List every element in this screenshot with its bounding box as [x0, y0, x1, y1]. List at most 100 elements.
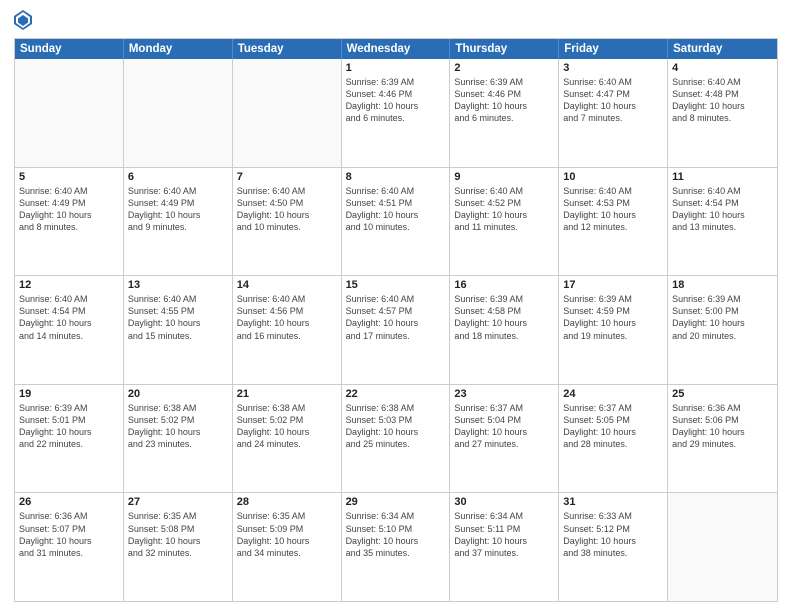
day-number: 29: [346, 496, 446, 508]
day-number: 5: [19, 171, 119, 183]
calendar-cell: 13Sunrise: 6:40 AM Sunset: 4:55 PM Dayli…: [124, 276, 233, 384]
day-info: Sunrise: 6:40 AM Sunset: 4:54 PM Dayligh…: [19, 293, 119, 342]
calendar-cell: 3 Sunrise: 6:40 AM Sunset: 4:47 PM Daylig…: [559, 59, 668, 167]
header-cell-saturday: Saturday: [668, 39, 777, 59]
calendar-cell: 12 Sunrise: 6:40 AM Sunset: 4:54 PM Dayli…: [15, 276, 124, 384]
calendar-row-5: 26 Sunrise: 6:36 AM Sunset: 5:07 PM Dayli…: [15, 492, 777, 601]
day-info: Sunrise: 6:35 AM Sunset: 5:08 PM Dayligh…: [128, 510, 228, 559]
day-number: 4: [672, 62, 773, 74]
day-info: Sunrise: 6:34 AM Sunset: 5:10 PM Dayligh…: [346, 510, 446, 559]
day-info: Sunrise: 6:38 AM Sunset: 5:02 PM Dayligh…: [237, 402, 337, 451]
day-info: Sunrise: 6:37 AM Sunset: 5:04 PM Dayligh…: [454, 402, 554, 451]
calendar-cell: 28Sunrise: 6:35 AM Sunset: 5:09 PM Dayli…: [233, 493, 342, 601]
day-info: Sunrise: 6:40 AM Sunset: 4:49 PM Dayligh…: [19, 185, 119, 234]
header-cell-tuesday: Tuesday: [233, 39, 342, 59]
day-info: Sunrise: 6:40 AM Sunset: 4:54 PM Dayligh…: [672, 185, 773, 234]
day-number: 17: [563, 279, 663, 291]
day-info: Sunrise: 6:40 AM Sunset: 4:57 PM Dayligh…: [346, 293, 446, 342]
header-cell-sunday: Sunday: [15, 39, 124, 59]
header: [14, 10, 778, 30]
day-info: Sunrise: 6:39 AM Sunset: 4:59 PM Dayligh…: [563, 293, 663, 342]
day-number: 22: [346, 388, 446, 400]
day-number: 8: [346, 171, 446, 183]
calendar-cell: 5 Sunrise: 6:40 AM Sunset: 4:49 PM Daylig…: [15, 168, 124, 276]
logo-icon: [14, 10, 32, 30]
day-info: Sunrise: 6:33 AM Sunset: 5:12 PM Dayligh…: [563, 510, 663, 559]
calendar-cell: 8 Sunrise: 6:40 AM Sunset: 4:51 PM Daylig…: [342, 168, 451, 276]
calendar-cell: 24 Sunrise: 6:37 AM Sunset: 5:05 PM Dayli…: [559, 385, 668, 493]
day-info: Sunrise: 6:39 AM Sunset: 4:58 PM Dayligh…: [454, 293, 554, 342]
header-cell-monday: Monday: [124, 39, 233, 59]
day-number: 15: [346, 279, 446, 291]
day-number: 12: [19, 279, 119, 291]
calendar-cell: 25 Sunrise: 6:36 AM Sunset: 5:06 PM Dayli…: [668, 385, 777, 493]
day-number: 11: [672, 171, 773, 183]
calendar-cell: [233, 59, 342, 167]
day-number: 20: [128, 388, 228, 400]
day-number: 24: [563, 388, 663, 400]
day-info: Sunrise: 6:38 AM Sunset: 5:02 PM Dayligh…: [128, 402, 228, 451]
calendar-cell: 1 Sunrise: 6:39 AM Sunset: 4:46 PM Daylig…: [342, 59, 451, 167]
calendar: SundayMondayTuesdayWednesdayThursdayFrid…: [14, 38, 778, 602]
calendar-cell: 22 Sunrise: 6:38 AM Sunset: 5:03 PM Dayli…: [342, 385, 451, 493]
calendar-cell: 16Sunrise: 6:39 AM Sunset: 4:58 PM Dayli…: [450, 276, 559, 384]
calendar-cell: 11 Sunrise: 6:40 AM Sunset: 4:54 PM Dayli…: [668, 168, 777, 276]
day-info: Sunrise: 6:40 AM Sunset: 4:51 PM Dayligh…: [346, 185, 446, 234]
day-info: Sunrise: 6:40 AM Sunset: 4:50 PM Dayligh…: [237, 185, 337, 234]
calendar-cell: 14Sunrise: 6:40 AM Sunset: 4:56 PM Dayli…: [233, 276, 342, 384]
calendar-cell: 9Sunrise: 6:40 AM Sunset: 4:52 PM Daylig…: [450, 168, 559, 276]
header-cell-friday: Friday: [559, 39, 668, 59]
calendar-cell: 10Sunrise: 6:40 AM Sunset: 4:53 PM Dayli…: [559, 168, 668, 276]
day-number: 27: [128, 496, 228, 508]
day-number: 10: [563, 171, 663, 183]
calendar-cell: [15, 59, 124, 167]
day-info: Sunrise: 6:40 AM Sunset: 4:48 PM Dayligh…: [672, 76, 773, 125]
calendar-cell: 17 Sunrise: 6:39 AM Sunset: 4:59 PM Dayli…: [559, 276, 668, 384]
day-number: 3: [563, 62, 663, 74]
day-number: 9: [454, 171, 554, 183]
logo: [14, 10, 35, 30]
calendar-row-2: 5 Sunrise: 6:40 AM Sunset: 4:49 PM Daylig…: [15, 167, 777, 276]
day-number: 2: [454, 62, 554, 74]
header-cell-wednesday: Wednesday: [342, 39, 451, 59]
day-number: 26: [19, 496, 119, 508]
day-info: Sunrise: 6:34 AM Sunset: 5:11 PM Dayligh…: [454, 510, 554, 559]
calendar-cell: 23Sunrise: 6:37 AM Sunset: 5:04 PM Dayli…: [450, 385, 559, 493]
day-info: Sunrise: 6:39 AM Sunset: 5:01 PM Dayligh…: [19, 402, 119, 451]
day-info: Sunrise: 6:38 AM Sunset: 5:03 PM Dayligh…: [346, 402, 446, 451]
day-info: Sunrise: 6:40 AM Sunset: 4:55 PM Dayligh…: [128, 293, 228, 342]
day-info: Sunrise: 6:35 AM Sunset: 5:09 PM Dayligh…: [237, 510, 337, 559]
day-number: 30: [454, 496, 554, 508]
calendar-row-1: 1 Sunrise: 6:39 AM Sunset: 4:46 PM Daylig…: [15, 59, 777, 167]
day-info: Sunrise: 6:39 AM Sunset: 5:00 PM Dayligh…: [672, 293, 773, 342]
day-info: Sunrise: 6:39 AM Sunset: 4:46 PM Dayligh…: [454, 76, 554, 125]
day-info: Sunrise: 6:40 AM Sunset: 4:47 PM Dayligh…: [563, 76, 663, 125]
day-number: 1: [346, 62, 446, 74]
day-number: 18: [672, 279, 773, 291]
header-cell-thursday: Thursday: [450, 39, 559, 59]
calendar-cell: 26 Sunrise: 6:36 AM Sunset: 5:07 PM Dayli…: [15, 493, 124, 601]
calendar-cell: 19Sunrise: 6:39 AM Sunset: 5:01 PM Dayli…: [15, 385, 124, 493]
calendar-cell: 30 Sunrise: 6:34 AM Sunset: 5:11 PM Dayli…: [450, 493, 559, 601]
calendar-cell: 18 Sunrise: 6:39 AM Sunset: 5:00 PM Dayli…: [668, 276, 777, 384]
day-number: 31: [563, 496, 663, 508]
calendar-header: SundayMondayTuesdayWednesdayThursdayFrid…: [15, 39, 777, 59]
calendar-row-4: 19Sunrise: 6:39 AM Sunset: 5:01 PM Dayli…: [15, 384, 777, 493]
day-number: 7: [237, 171, 337, 183]
calendar-cell: 21 Sunrise: 6:38 AM Sunset: 5:02 PM Dayli…: [233, 385, 342, 493]
day-info: Sunrise: 6:39 AM Sunset: 4:46 PM Dayligh…: [346, 76, 446, 125]
day-number: 21: [237, 388, 337, 400]
day-info: Sunrise: 6:37 AM Sunset: 5:05 PM Dayligh…: [563, 402, 663, 451]
day-info: Sunrise: 6:36 AM Sunset: 5:06 PM Dayligh…: [672, 402, 773, 451]
calendar-body: 1 Sunrise: 6:39 AM Sunset: 4:46 PM Daylig…: [15, 59, 777, 601]
calendar-cell: [668, 493, 777, 601]
day-info: Sunrise: 6:36 AM Sunset: 5:07 PM Dayligh…: [19, 510, 119, 559]
calendar-cell: [124, 59, 233, 167]
day-number: 25: [672, 388, 773, 400]
calendar-cell: 6Sunrise: 6:40 AM Sunset: 4:49 PM Daylig…: [124, 168, 233, 276]
day-number: 14: [237, 279, 337, 291]
calendar-cell: 27 Sunrise: 6:35 AM Sunset: 5:08 PM Dayli…: [124, 493, 233, 601]
day-number: 6: [128, 171, 228, 183]
calendar-cell: 2 Sunrise: 6:39 AM Sunset: 4:46 PM Daylig…: [450, 59, 559, 167]
calendar-cell: 4 Sunrise: 6:40 AM Sunset: 4:48 PM Daylig…: [668, 59, 777, 167]
